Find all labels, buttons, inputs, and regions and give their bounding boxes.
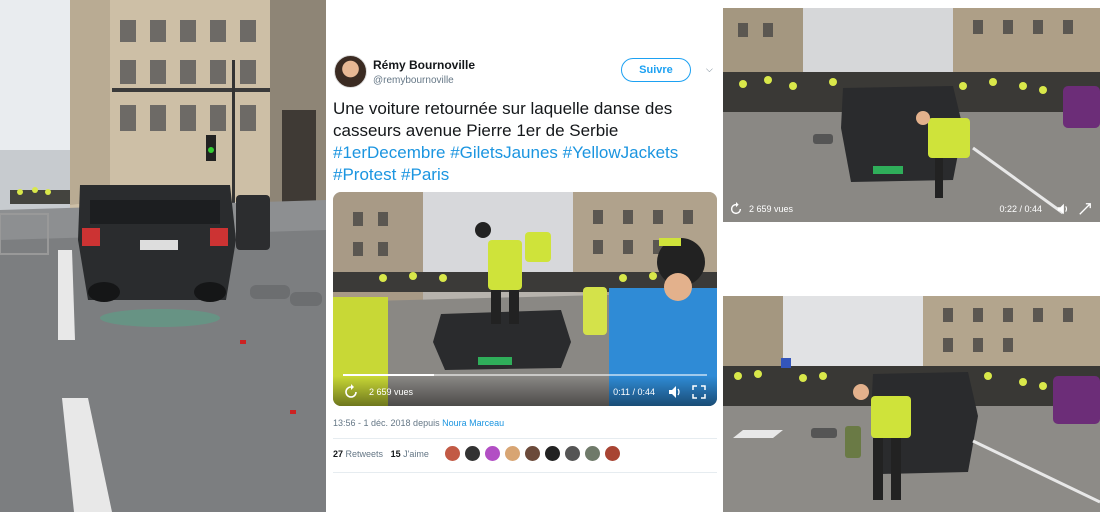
volume-icon[interactable] [1056,202,1070,216]
hashtag-link[interactable]: #GiletsJaunes [450,143,558,162]
timestamp-text[interactable]: 13:56 - 1 déc. 2018 depuis [333,418,442,428]
video-time: 0:11 / 0:44 [613,387,655,397]
volume-icon[interactable] [667,384,683,400]
hashtag-link[interactable]: #Paris [401,165,449,184]
fullscreen-icon[interactable] [1078,202,1092,216]
liker-avatar[interactable] [524,445,541,462]
liker-avatar[interactable] [464,445,481,462]
replay-icon[interactable] [343,384,359,400]
video-progress-bar[interactable] [343,374,707,376]
liker-avatar[interactable] [444,445,461,462]
tweet-timestamp: 13:56 - 1 déc. 2018 depuis Noura Marceau [333,418,504,428]
source-link[interactable]: Noura Marceau [442,418,504,428]
video-frame-bottom[interactable] [723,296,1100,512]
video-frame-top[interactable]: 2 659 vues 0:22 / 0:44 [723,8,1100,222]
liker-avatar[interactable] [584,445,601,462]
liker-avatar[interactable] [604,445,621,462]
replay-icon[interactable] [729,202,743,216]
author-handle[interactable]: @remybournoville [373,75,454,86]
fullscreen-icon[interactable] [691,384,707,400]
likes-count[interactable]: 15 [391,449,401,459]
video-progress-fill [343,374,434,376]
retweets-label[interactable]: Retweets [346,449,384,459]
hashtag-link[interactable]: #Protest [333,165,396,184]
liker-avatar[interactable] [504,445,521,462]
follow-button[interactable]: Suivre [621,58,691,82]
author-name[interactable]: Rémy Bournoville [373,58,475,72]
divider [333,438,717,439]
liker-avatar[interactable] [484,445,501,462]
photo-overturned-car [0,0,326,512]
retweets-count[interactable]: 27 [333,449,343,459]
video-time: 0:22 / 0:44 [999,204,1042,214]
avatar[interactable] [334,55,367,88]
tweet-text: Une voiture retournée sur laquelle danse… [333,98,718,186]
hashtag-link[interactable]: #YellowJackets [563,143,679,162]
video-views: 2 659 vues [369,387,414,397]
chevron-down-icon[interactable]: ⌵ [706,64,713,75]
video-views: 2 659 vues [749,204,794,214]
likes-label[interactable]: J'aime [403,449,429,459]
liker-avatar[interactable] [544,445,561,462]
tweet-body: Une voiture retournée sur laquelle danse… [333,99,673,140]
divider [333,472,717,473]
tweet-video-player[interactable]: 2 659 vues 0:11 / 0:44 [333,192,717,406]
liker-avatar[interactable] [564,445,581,462]
hashtag-link[interactable]: #1erDecembre [333,143,445,162]
tweet-stats: 27 Retweets 15 J'aime [333,449,429,459]
tweet-card: Rémy Bournoville @remybournoville Suivre… [326,0,720,512]
